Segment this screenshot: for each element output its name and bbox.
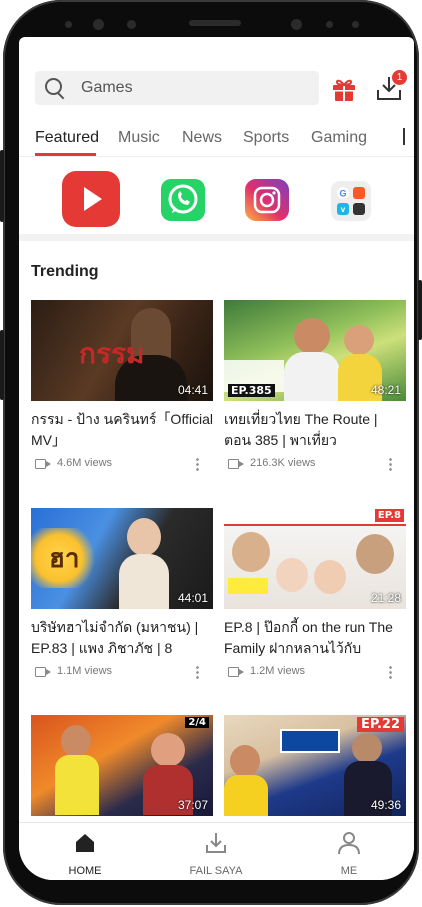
nav-me[interactable]: ME	[309, 831, 389, 877]
whatsapp-shortcut[interactable]	[161, 179, 205, 226]
video-title[interactable]: บริษัทฮาไม่จำกัด (มหาชน) | EP.83 | แพง ภ…	[31, 617, 213, 659]
thumbnail-title-text: กรรม	[79, 337, 145, 370]
video-thumbnail[interactable]: EP.385 48:21	[224, 300, 406, 401]
youtube-shortcut[interactable]	[62, 171, 120, 232]
thumbnail-title-text: EP.385	[228, 384, 275, 397]
apps-folder-icon: G v	[331, 181, 371, 221]
video-icon	[35, 459, 51, 469]
video-title[interactable]: กรรม - ป้าง นครินทร์「Official MV」	[31, 409, 213, 451]
view-count: 216.3K views	[250, 457, 316, 469]
nav-label-home: HOME	[68, 865, 102, 877]
video-icon	[228, 667, 244, 677]
volume-button	[0, 330, 4, 400]
video-duration: 21:28	[370, 591, 401, 605]
video-title[interactable]: EP.8 | ป๊อกกี้ on the run The Family ฝาก…	[224, 617, 406, 659]
video-card[interactable]: 2/4 37:07	[31, 715, 213, 816]
video-meta: 4.6M views	[31, 457, 213, 473]
video-duration: 49:36	[370, 798, 401, 812]
svg-text:G: G	[339, 189, 346, 199]
video-card[interactable]: กรรม 04:41 กรรม - ป้าง นครินทร์「Official…	[31, 300, 213, 473]
tab-featured[interactable]: Featured	[35, 129, 99, 147]
video-title[interactable]: เทยเที่ยวไทย The Route | ตอน 385 | พาเที…	[224, 409, 406, 451]
thumbnail-title-text: 2/4	[185, 717, 209, 728]
thumbnail-title-text: EP.22	[356, 717, 404, 732]
view-count: 4.6M views	[57, 457, 113, 469]
nav-home[interactable]: HOME	[45, 831, 125, 877]
video-thumbnail[interactable]: กรรม 04:41	[31, 300, 213, 401]
active-tab-indicator	[35, 153, 96, 156]
tab-sports[interactable]: Sports	[243, 129, 289, 147]
youtube-icon	[62, 171, 120, 227]
more-options-icon[interactable]	[389, 457, 392, 471]
speaker	[189, 20, 241, 26]
section-title-trending: Trending	[31, 263, 99, 280]
more-options-icon[interactable]	[196, 457, 199, 471]
instagram-shortcut[interactable]	[245, 179, 289, 226]
apps-folder-shortcut[interactable]: G v	[331, 181, 371, 226]
more-options-icon[interactable]	[389, 665, 392, 679]
tab-news[interactable]: News	[182, 129, 222, 147]
gift-button[interactable]	[330, 75, 358, 103]
view-count: 1.2M views	[250, 665, 306, 677]
app-screen: 1 Featured Music News Sports Gaming	[19, 37, 414, 880]
search-icon	[44, 77, 66, 99]
svg-text:v: v	[341, 205, 346, 214]
video-icon	[35, 667, 51, 677]
download-icon	[206, 833, 226, 853]
video-meta: 1.2M views	[224, 665, 406, 681]
video-thumbnail[interactable]: ฮา 44:01	[31, 508, 213, 609]
video-thumbnail[interactable]: 2/4 37:07	[31, 715, 213, 816]
video-meta: 1.1M views	[31, 665, 213, 681]
volume-button	[0, 150, 4, 222]
phone-frame: 1 Featured Music News Sports Gaming	[3, 0, 419, 905]
gift-icon	[333, 79, 355, 101]
thumbnail-title-text: EP.8	[374, 509, 404, 522]
video-card[interactable]: EP.385 48:21 เทยเที่ยวไทย The Route | ตอ…	[224, 300, 406, 473]
search-input[interactable]	[81, 79, 281, 97]
home-icon	[76, 834, 94, 852]
video-duration: 48:21	[370, 383, 401, 397]
category-tabs: Featured Music News Sports Gaming	[19, 121, 414, 157]
video-icon	[228, 459, 244, 469]
video-card[interactable]: EP.8 21:28 EP.8 | ป๊อกกี้ on the run The…	[224, 508, 406, 681]
video-card[interactable]: ฮา 44:01 บริษัทฮาไม่จำกัด (มหาชน) | EP.8…	[31, 508, 213, 681]
video-duration: 04:41	[177, 383, 208, 397]
video-thumbnail[interactable]: EP.22 49:36	[224, 715, 406, 816]
video-card[interactable]: EP.22 49:36	[224, 715, 406, 816]
app-shortcuts: G v	[19, 161, 414, 241]
tab-overflow-divider	[403, 128, 405, 145]
video-thumbnail[interactable]: EP.8 21:28	[224, 508, 406, 609]
whatsapp-icon	[161, 179, 205, 221]
thumbnail-title-text: ฮา	[49, 544, 80, 574]
video-duration: 37:07	[177, 798, 208, 812]
notification-badge: 1	[392, 70, 407, 85]
video-duration: 44:01	[177, 591, 208, 605]
person-icon	[338, 832, 360, 855]
more-options-icon[interactable]	[196, 665, 199, 679]
nav-downloads[interactable]: FAIL SAYA	[176, 831, 256, 877]
bottom-navigation: HOME FAIL SAYA ME	[19, 822, 414, 880]
power-button	[418, 280, 422, 340]
view-count: 1.1M views	[57, 665, 113, 677]
video-meta: 216.3K views	[224, 457, 406, 473]
nav-label-me: ME	[340, 865, 358, 877]
nav-label-downloads: FAIL SAYA	[189, 865, 243, 877]
search-bar[interactable]	[35, 71, 319, 105]
tab-gaming[interactable]: Gaming	[311, 129, 367, 147]
instagram-icon	[245, 179, 289, 221]
tab-music[interactable]: Music	[118, 129, 160, 147]
